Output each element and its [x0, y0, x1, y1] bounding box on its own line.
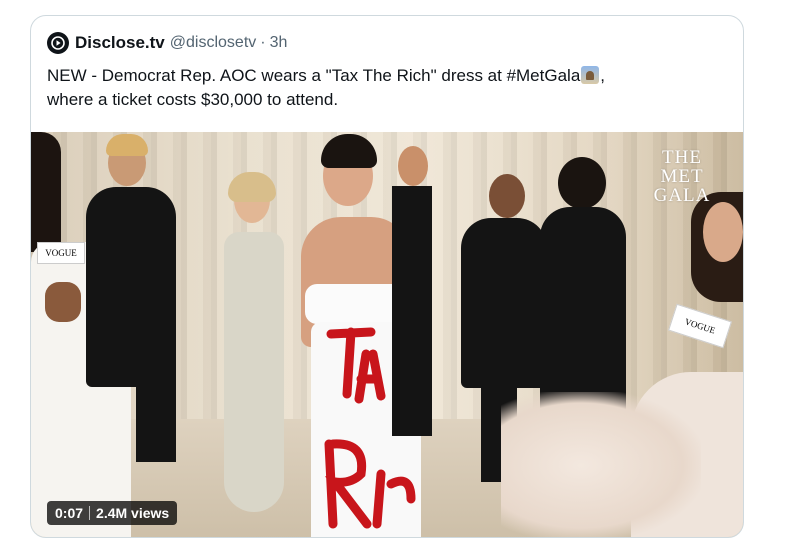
avatar[interactable]	[47, 32, 69, 54]
met-logo-line1: THE	[662, 147, 702, 168]
met-logo-line2: MET	[660, 166, 704, 187]
city-scene-emoji-icon	[581, 66, 600, 84]
tweet-text-comma: ,	[600, 66, 606, 85]
met-logo-line3: GALA	[653, 185, 711, 206]
badge-divider	[89, 506, 91, 520]
guest-man-left	[76, 132, 216, 472]
author-name[interactable]: Disclose.tv	[75, 33, 165, 53]
met-gala-logo: THE MET GALA	[647, 148, 717, 205]
tweet-header: Disclose.tv @disclosetv · 3h	[47, 30, 287, 56]
tweet-card[interactable]: Disclose.tv @disclosetv · 3h NEW - Democ…	[30, 15, 744, 538]
timestamp[interactable]: 3h	[270, 34, 288, 52]
separator-dot: ·	[260, 34, 266, 51]
video-view-count: 2.4M views	[96, 505, 170, 521]
video-duration: 0:07	[55, 505, 84, 521]
author-handle[interactable]: @disclosetv	[170, 34, 257, 52]
tweet-text-line1: NEW - Democrat Rep. AOC wears a "Tax The…	[47, 66, 581, 85]
play-logo-icon	[51, 36, 65, 50]
tweet-text: NEW - Democrat Rep. AOC wears a "Tax The…	[47, 64, 727, 112]
tweet-text-line2: where a ticket costs $30,000 to attend.	[47, 90, 339, 109]
guest-man-behind	[386, 142, 446, 442]
video-player[interactable]: VOGUE VOGUE THE MET GALA 0:07 2.4M views	[31, 132, 743, 537]
feather-sleeve	[501, 392, 701, 537]
video-stats-badge: 0:07 2.4M views	[47, 501, 178, 525]
